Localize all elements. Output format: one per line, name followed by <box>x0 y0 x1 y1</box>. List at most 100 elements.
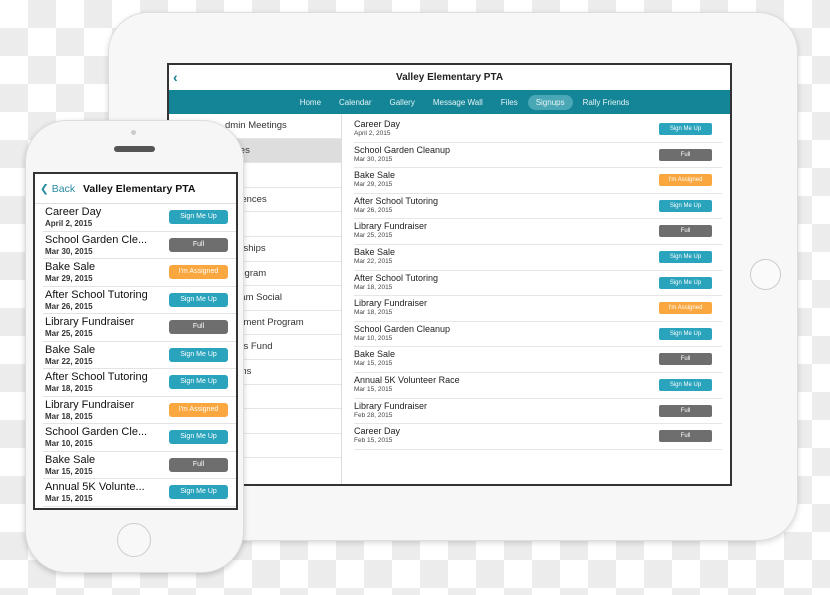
signup-date: April 2, 2015 <box>45 219 93 228</box>
list-item: After School Tutoring Mar 26, 2015 Sign Me… <box>43 287 236 314</box>
assigned-badge: I'm Assigned <box>659 302 712 315</box>
list-item: Annual 5K Volunte... Mar 15, 2015 Sign Me … <box>43 479 236 507</box>
tab-rally-friends[interactable]: Rally Friends <box>575 95 638 110</box>
tab-files[interactable]: Files <box>493 95 526 110</box>
signup-date: Mar 25, 2015 <box>45 329 93 338</box>
signup-title: Bake Sale <box>354 349 396 360</box>
list-item: Career Day April 2, 2015 Sign Me Up <box>354 117 722 143</box>
phone-title: Valley Elementary PTA <box>83 183 196 195</box>
signup-date: April 2, 2015 <box>354 130 391 137</box>
full-badge: Full <box>169 237 228 252</box>
signup-date: Mar 22, 2015 <box>45 356 93 366</box>
list-item: Bake Sale Mar 22, 2015 Sign Me Up <box>354 245 722 271</box>
signup-title: Career Day <box>354 119 401 129</box>
list-item: Library Fundraiser Mar 25, 2015 Full <box>354 219 722 245</box>
tab-home[interactable]: Home <box>292 95 329 110</box>
full-badge: Full <box>659 353 712 366</box>
signup-date: Mar 22, 2015 <box>354 257 393 265</box>
signup-title: Career Day <box>45 206 102 218</box>
assigned-badge: I'm Assigned <box>169 402 228 417</box>
sign-me-up-button[interactable]: Sign Me Up <box>169 430 228 444</box>
phone-home-button[interactable] <box>117 523 151 557</box>
sign-me-up-button[interactable]: Sign Me Up <box>659 199 712 212</box>
signup-title: Library Fundraiser <box>354 221 428 232</box>
phone-header: ❮ Back Valley Elementary PTA <box>35 174 236 204</box>
signup-date: Mar 18, 2015 <box>45 411 93 421</box>
tablet-nav: Home Calendar Gallery Message Wall Files Sign… <box>169 90 730 114</box>
signup-title: Library Fundraiser <box>354 298 428 309</box>
signup-title: School Garden Cle... <box>45 426 148 438</box>
tab-calendar[interactable]: Calendar <box>331 95 379 110</box>
sign-me-up-button[interactable]: Sign Me Up <box>169 210 228 224</box>
signup-date: Mar 18, 2015 <box>354 309 393 317</box>
list-item: After School Tutoring Mar 26, 2015 Sign Me… <box>354 194 722 220</box>
phone-camera <box>131 130 136 135</box>
tab-message-wall[interactable]: Message Wall <box>425 95 491 110</box>
signup-date: Mar 18, 2015 <box>354 283 393 291</box>
list-item: School Garden Cleanup Mar 10, 2015 Sign Me… <box>354 322 722 348</box>
signup-title: After School Tutoring <box>354 272 439 283</box>
signup-date: Mar 26, 2015 <box>354 206 393 214</box>
tab-signups[interactable]: Signups <box>527 94 573 110</box>
list-item: Career Day April 2, 2015 Sign Me Up <box>43 204 236 232</box>
signup-title: After School Tutoring <box>45 371 148 383</box>
sign-me-up-button[interactable]: Sign Me Up <box>659 327 712 340</box>
signup-title: Library Fundraiser <box>45 316 135 328</box>
signup-date: Mar 10, 2015 <box>45 439 93 448</box>
signup-date: Feb 28, 2015 <box>354 411 393 419</box>
signup-title: Bake Sale <box>45 453 96 466</box>
list-item: School Garden Cleanup Mar 30, 2015 Full <box>354 143 722 169</box>
signup-date: Mar 15, 2015 <box>45 494 93 503</box>
tablet-home-button[interactable] <box>750 259 781 290</box>
sign-me-up-button[interactable]: Sign Me Up <box>169 292 228 307</box>
signup-date: Mar 29, 2015 <box>354 181 393 189</box>
list-item: Bake Sale Mar 29, 2015 I'm Assigned <box>43 259 236 287</box>
tab-gallery[interactable]: Gallery <box>382 95 423 110</box>
sign-me-up-button[interactable]: Sign Me Up <box>659 123 712 135</box>
tablet-title-bar: ‹ Valley Elementary PTA <box>169 65 730 90</box>
signup-title: After School Tutoring <box>45 288 148 301</box>
signup-title: Bake Sale <box>45 343 96 356</box>
tablet-screen: ‹ Valley Elementary PTA Home Calendar Gall… <box>167 63 732 486</box>
signup-date: Mar 15, 2015 <box>45 466 93 476</box>
signup-title: School Garden Cleanup <box>354 323 451 334</box>
list-item: Bake Sale Mar 29, 2015 I'm Assigned <box>354 168 722 194</box>
signup-title: Annual 5K Volunteer Race <box>354 374 460 385</box>
signup-date: Mar 30, 2015 <box>354 155 393 163</box>
phone-speaker <box>114 146 155 152</box>
chevron-left-icon: ❮ <box>40 183 49 195</box>
list-item: Library Fundraiser Mar 18, 2015 I'm Assign… <box>43 397 236 424</box>
list-item: Annual 5K Volunteer Race Mar 15, 2015 Sign… <box>354 373 722 399</box>
list-item: Library Fundraiser Feb 28, 2015 Full <box>354 399 722 425</box>
back-button[interactable]: ❮ Back <box>40 174 75 204</box>
signup-date: Mar 29, 2015 <box>45 274 93 283</box>
signup-date: Mar 15, 2015 <box>354 385 393 393</box>
sign-me-up-button[interactable]: Sign Me Up <box>659 276 712 289</box>
sign-me-up-button[interactable]: Sign Me Up <box>169 347 228 362</box>
signup-title: Library Fundraiser <box>45 398 135 411</box>
signup-date: Feb 15, 2015 <box>354 437 393 445</box>
full-badge: Full <box>659 404 712 417</box>
list-item: Bake Sale Mar 15, 2015 Full <box>354 347 722 373</box>
signup-title: Library Fundraiser <box>354 400 428 411</box>
signup-date: Mar 30, 2015 <box>45 246 93 256</box>
tablet-signup-list: Career Day April 2, 2015 Sign Me Up School … <box>354 117 722 450</box>
list-item: School Garden Cle... Mar 30, 2015 Full <box>43 232 236 259</box>
list-item: Bake Sale Mar 15, 2015 Full <box>43 452 236 479</box>
sign-me-up-button[interactable]: Sign Me Up <box>659 250 712 263</box>
back-chevron-icon[interactable]: ‹ <box>173 65 178 90</box>
list-item: Library Fundraiser Mar 18, 2015 I'm Assign… <box>354 296 722 322</box>
sign-me-up-button[interactable]: Sign Me Up <box>169 375 228 389</box>
list-item: School Garden Cle... Mar 10, 2015 Sign Me … <box>43 424 236 452</box>
phone-signup-list: Career Day April 2, 2015 Sign Me Up School … <box>35 204 236 507</box>
signup-date: Mar 25, 2015 <box>354 232 393 240</box>
list-item: After School Tutoring Mar 18, 2015 Sign Me… <box>354 271 722 297</box>
full-badge: Full <box>169 457 228 472</box>
full-badge: Full <box>659 225 712 238</box>
signup-date: Mar 10, 2015 <box>354 334 393 342</box>
signup-title: Bake Sale <box>45 261 96 273</box>
sign-me-up-button[interactable]: Sign Me Up <box>169 485 228 499</box>
assigned-badge: I'm Assigned <box>659 174 712 187</box>
signup-title: Career Day <box>354 426 401 437</box>
sign-me-up-button[interactable]: Sign Me Up <box>659 378 712 391</box>
